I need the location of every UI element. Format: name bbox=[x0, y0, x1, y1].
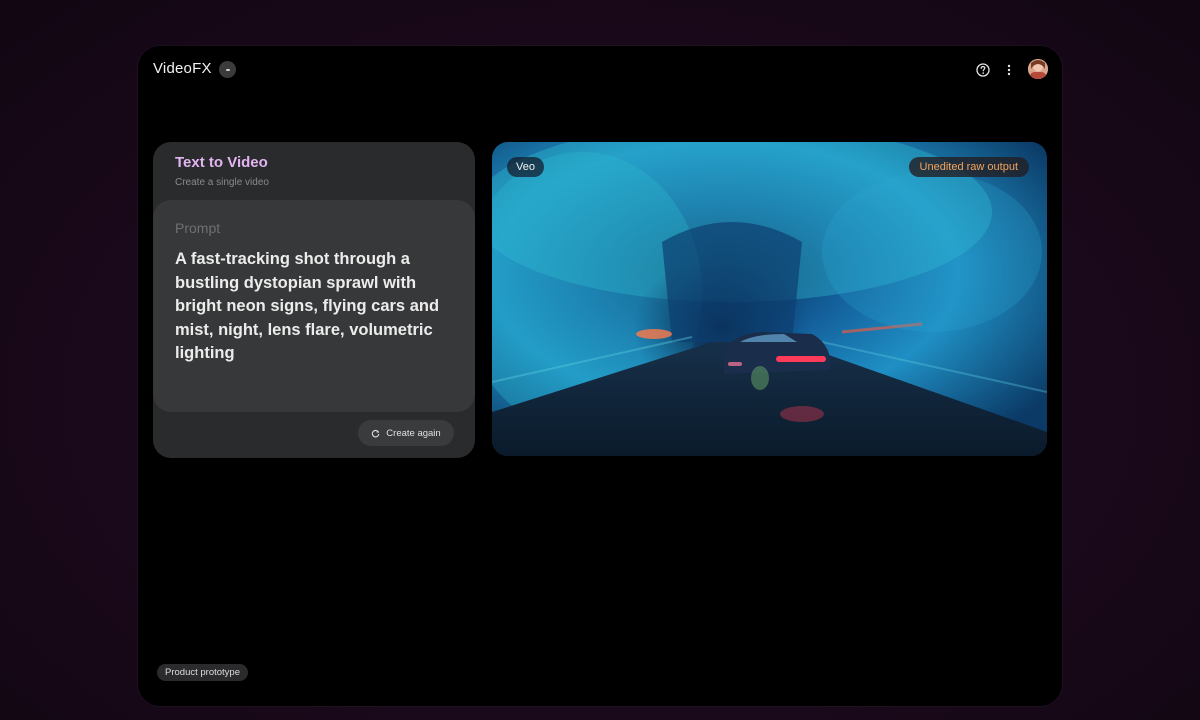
help-circle-icon[interactable] bbox=[976, 63, 990, 77]
refresh-icon bbox=[372, 429, 380, 437]
raw-output-tag: Unedited raw output bbox=[908, 157, 1029, 177]
top-bar: VideoFX bbox=[138, 46, 1062, 92]
prompt-text[interactable]: A fast-tracking shot through a bustling … bbox=[175, 248, 455, 366]
text-to-video-card: Text to Video Create a single video Prom… bbox=[153, 142, 475, 458]
app-window: VideoFX Text to Video Create a single vi… bbox=[138, 46, 1062, 706]
prototype-badge: Product prototype bbox=[157, 664, 248, 681]
model-tag: Veo bbox=[507, 157, 544, 177]
prompt-box[interactable]: Prompt A fast-tracking shot through a bu… bbox=[153, 200, 475, 412]
app-title[interactable]: VideoFX bbox=[153, 60, 212, 77]
card-subtitle: Create a single video bbox=[175, 177, 269, 188]
prompt-label: Prompt bbox=[175, 220, 221, 236]
create-again-label: Create again bbox=[386, 427, 441, 439]
minus-icon[interactable] bbox=[219, 61, 236, 78]
card-title: Text to Video bbox=[175, 154, 268, 171]
video-output[interactable]: Veo Unedited raw output bbox=[492, 142, 1047, 456]
create-again-button[interactable]: Create again bbox=[358, 420, 454, 446]
video-frame-image bbox=[492, 142, 1047, 456]
avatar[interactable] bbox=[1028, 59, 1048, 79]
more-vertical-icon[interactable] bbox=[1006, 62, 1012, 78]
